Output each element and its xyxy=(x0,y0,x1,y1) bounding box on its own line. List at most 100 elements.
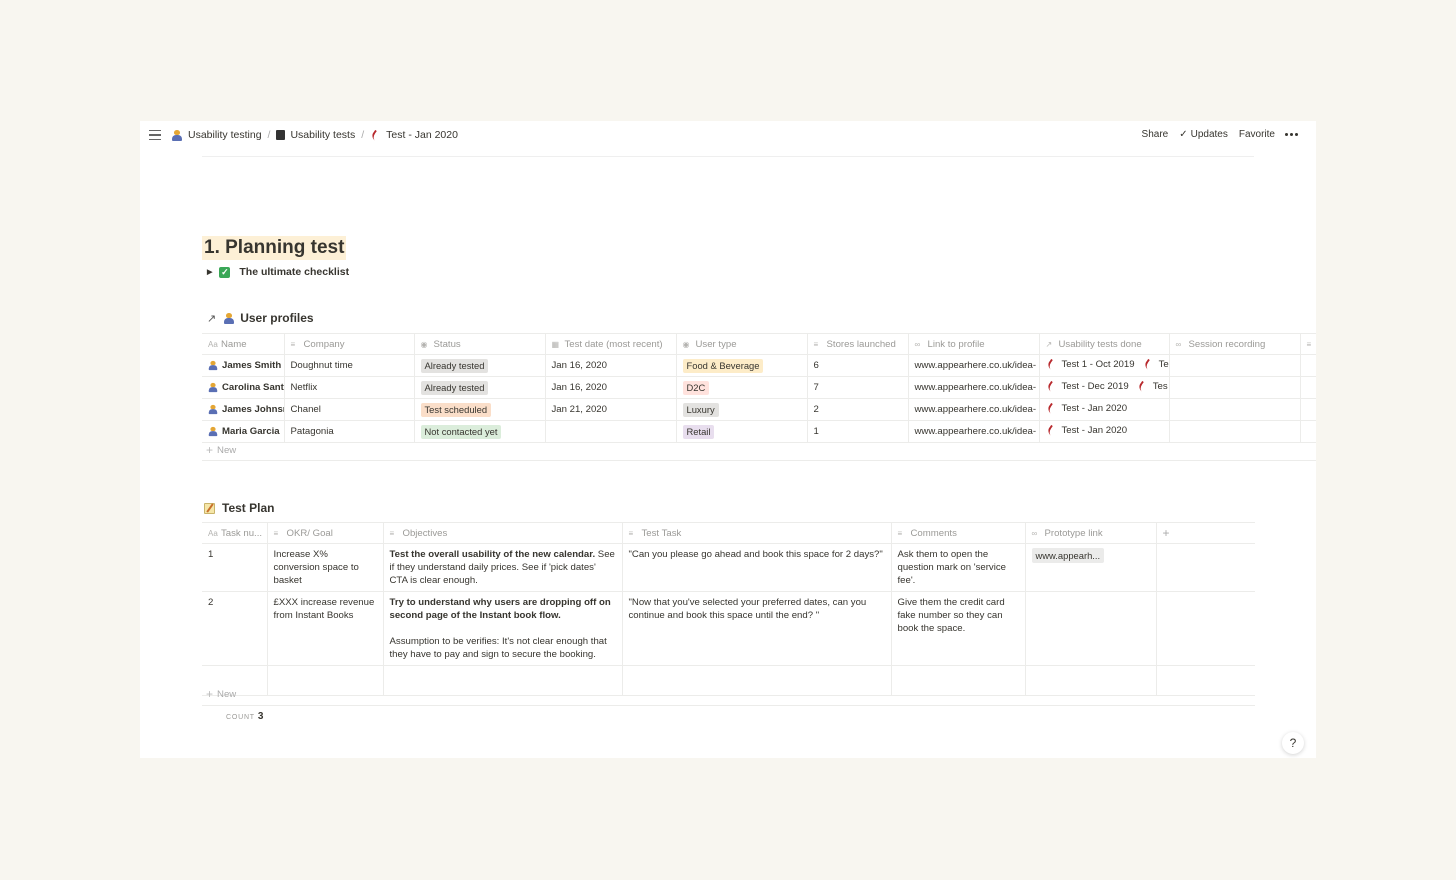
user-type-cell[interactable]: Luxury xyxy=(675,398,807,421)
name-cell[interactable]: Maria Garcia xyxy=(208,426,280,437)
table-row[interactable]: James Smith Doughnut time Already tested… xyxy=(202,354,1316,377)
breadcrumb-usability-tests[interactable]: Usability tests xyxy=(276,129,355,141)
updates-button[interactable]: ✓ Updates xyxy=(1179,129,1228,140)
column-header-prototype-link[interactable]: ∞ Prototype link xyxy=(1024,522,1156,544)
share-button[interactable]: Share xyxy=(1142,129,1169,140)
toggle-triangle-icon[interactable]: ▶ xyxy=(207,268,212,276)
session-cell[interactable] xyxy=(1168,376,1300,399)
comments-cell[interactable] xyxy=(890,665,1025,696)
table-row[interactable]: Carolina Sant Netflix Already tested Jan… xyxy=(202,376,1316,399)
goal-cell[interactable] xyxy=(266,665,383,696)
stores-cell[interactable]: 7 xyxy=(806,376,908,399)
status-cell[interactable]: Test scheduled xyxy=(413,398,545,421)
name-cell[interactable]: Carolina Sant xyxy=(208,382,284,393)
user-profiles-new-button[interactable]: + New xyxy=(206,443,236,457)
prototype-cell[interactable] xyxy=(1024,665,1156,696)
column-header-status[interactable]: ◉ Status xyxy=(413,333,545,355)
status-cell[interactable]: Not contacted yet xyxy=(413,420,545,443)
name-cell[interactable]: James Johnsı xyxy=(208,404,284,415)
date-cell[interactable]: Jan 16, 2020 xyxy=(544,354,676,377)
table-row[interactable]: 1 Increase X% conversion space to basket… xyxy=(202,543,1255,592)
link-cell[interactable]: www.appearhere.co.uk/idea- xyxy=(907,420,1039,443)
user-type-cell[interactable]: D2C xyxy=(675,376,807,399)
company-cell[interactable]: Doughnut time xyxy=(283,354,414,377)
relation-chip[interactable]: Test 1 - Oct 2019 xyxy=(1045,358,1135,371)
column-header-usability-tests[interactable]: ↗ Usability tests done xyxy=(1038,333,1169,355)
prototype-link-chip[interactable]: www.appearh... xyxy=(1031,548,1105,563)
column-header-stores-launched[interactable]: ≡ Stores launched xyxy=(806,333,908,355)
comments-cell[interactable]: Give them the credit card fake number so… xyxy=(890,591,1025,666)
table-row[interactable]: James Johnsı Chanel Test scheduled Jan 2… xyxy=(202,398,1316,421)
column-header-company[interactable]: ≡ Company xyxy=(283,333,414,355)
company-cell[interactable]: Patagonia xyxy=(283,420,414,443)
goal-cell[interactable]: £XXX increase revenue from Instant Books xyxy=(266,591,383,666)
relation-chip[interactable]: Test - Jan 2020 xyxy=(1045,424,1127,437)
objectives-cell[interactable]: Test the overall usability of the new ca… xyxy=(382,543,622,592)
link-cell[interactable]: www.appearhere.co.uk/idea- xyxy=(907,398,1039,421)
status-cell[interactable]: Already tested xyxy=(413,376,545,399)
tests-cell[interactable]: Test - Dec 2019 Tes xyxy=(1038,376,1169,399)
hamburger-menu-icon[interactable] xyxy=(149,130,161,141)
column-header-comments[interactable]: ≡ Comments xyxy=(890,522,1025,544)
date-cell[interactable]: Jan 21, 2020 xyxy=(544,398,676,421)
date-cell[interactable]: Jan 16, 2020 xyxy=(544,376,676,399)
relation-chip[interactable]: Test - Dec 2019 xyxy=(1045,380,1129,393)
breadcrumb-test-jan-2020[interactable]: Test - Jan 2020 xyxy=(370,129,458,141)
session-cell[interactable] xyxy=(1168,398,1300,421)
company-cell[interactable]: Netflix xyxy=(283,376,414,399)
column-header-more[interactable]: ≡ xyxy=(1299,333,1316,355)
goal-cell[interactable]: Increase X% conversion space to basket xyxy=(266,543,383,592)
link-cell[interactable]: www.appearhere.co.uk/idea- xyxy=(907,354,1039,377)
table-row[interactable]: 2 £XXX increase revenue from Instant Boo… xyxy=(202,591,1255,666)
relation-chip[interactable]: Test - Jan 2020 xyxy=(1045,402,1127,415)
toggle-checklist[interactable]: ▶ ✓ The ultimate checklist xyxy=(207,266,349,278)
table-row[interactable]: Maria Garcia Patagonia Not contacted yet… xyxy=(202,420,1316,443)
tests-cell[interactable]: Test - Jan 2020 xyxy=(1038,398,1169,421)
task-number-cell[interactable]: 2 xyxy=(202,591,267,666)
session-cell[interactable] xyxy=(1168,354,1300,377)
column-header-task-number[interactable]: Aa Task nu... xyxy=(202,522,267,544)
objectives-cell[interactable]: Try to understand why users are dropping… xyxy=(382,591,622,666)
help-button[interactable]: ? xyxy=(1282,732,1304,754)
relation-chip[interactable]: Te xyxy=(1142,358,1169,371)
session-cell[interactable] xyxy=(1168,420,1300,443)
company-cell[interactable]: Chanel xyxy=(283,398,414,421)
user-profiles-title[interactable]: ↗ User profiles xyxy=(207,311,314,325)
test-task-cell[interactable]: "Can you please go ahead and book this s… xyxy=(621,543,891,592)
prototype-cell[interactable] xyxy=(1024,591,1156,666)
prototype-cell[interactable]: www.appearh... xyxy=(1024,543,1156,592)
favorite-button[interactable]: Favorite xyxy=(1239,129,1275,140)
tests-cell[interactable]: Test 1 - Oct 2019 Te xyxy=(1038,354,1169,377)
column-header-objectives[interactable]: ≡ Objectives xyxy=(382,522,622,544)
tests-cell[interactable]: Test - Jan 2020 xyxy=(1038,420,1169,443)
task-number-cell[interactable]: 1 xyxy=(202,543,267,592)
column-header-test-task[interactable]: ≡ Test Task xyxy=(621,522,891,544)
test-plan-new-button[interactable]: + New xyxy=(206,687,236,701)
user-type-cell[interactable]: Retail xyxy=(675,420,807,443)
column-header-session-recording[interactable]: ∞ Session recording xyxy=(1168,333,1300,355)
test-task-cell[interactable]: "Now that you've selected your preferred… xyxy=(621,591,891,666)
status-cell[interactable]: Already tested xyxy=(413,354,545,377)
test-plan-title[interactable]: Test Plan xyxy=(204,501,274,515)
stores-cell[interactable]: 1 xyxy=(806,420,908,443)
date-cell[interactable] xyxy=(544,420,676,443)
column-header-link-to-profile[interactable]: ∞ Link to profile xyxy=(907,333,1039,355)
stores-cell[interactable]: 6 xyxy=(806,354,908,377)
breadcrumb-usability-testing[interactable]: Usability testing xyxy=(172,129,262,141)
link-cell[interactable]: www.appearhere.co.uk/idea- xyxy=(907,376,1039,399)
add-column-button[interactable]: + xyxy=(1155,522,1255,544)
objectives-cell[interactable] xyxy=(382,665,622,696)
user-type-cell[interactable]: Food & Beverage xyxy=(675,354,807,377)
comments-cell[interactable]: Ask them to open the question mark on 's… xyxy=(890,543,1025,592)
column-header-user-type[interactable]: ◉ User type xyxy=(675,333,807,355)
column-header-test-date[interactable]: ▦ Test date (most recent) xyxy=(544,333,676,355)
more-options-icon[interactable] xyxy=(1285,133,1298,136)
stores-cell[interactable]: 2 xyxy=(806,398,908,421)
name-cell[interactable]: James Smith xyxy=(208,360,281,371)
table-row[interactable] xyxy=(202,665,1255,696)
relation-chip[interactable]: Tes xyxy=(1136,380,1168,393)
count-summary[interactable]: COUNT 3 xyxy=(226,711,263,722)
test-task-cell[interactable] xyxy=(621,665,891,696)
column-header-okr-goal[interactable]: ≡ OKR/ Goal xyxy=(266,522,383,544)
column-header-name[interactable]: Aa Name xyxy=(202,333,284,355)
